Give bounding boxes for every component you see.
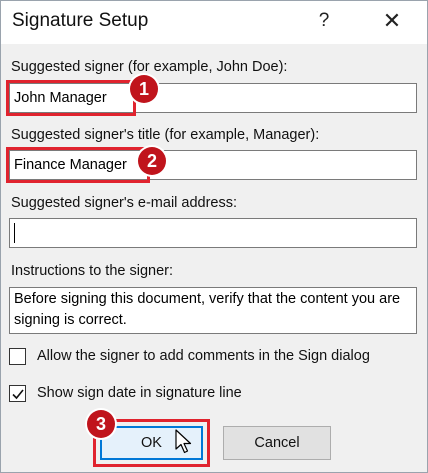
allow-comments-option[interactable]: Allow the signer to add comments in the … (9, 345, 370, 367)
help-button[interactable]: ? (311, 7, 337, 35)
instructions-textarea[interactable]: Before signing this document, verify tha… (9, 287, 417, 334)
signer-label: Suggested signer (for example, John Doe)… (11, 59, 288, 75)
allow-comments-label: Allow the signer to add comments in the … (37, 348, 370, 364)
instructions-label: Instructions to the signer: (11, 263, 173, 279)
close-button[interactable]: ✕ (377, 7, 407, 35)
email-input[interactable] (9, 218, 417, 248)
dialog-title: Signature Setup (12, 10, 149, 31)
show-date-checkbox[interactable] (9, 384, 26, 402)
cancel-button[interactable]: Cancel (223, 426, 331, 460)
signer-title-input[interactable] (9, 150, 417, 180)
show-date-label: Show sign date in signature line (37, 385, 242, 401)
step-badge-1: 1 (130, 75, 158, 103)
show-date-option[interactable]: Show sign date in signature line (9, 382, 242, 404)
email-label: Suggested signer's e-mail address: (11, 195, 238, 211)
title-label: Suggested signer's title (for example, M… (11, 127, 320, 143)
signature-setup-dialog: Signature Setup ? ✕ Suggested signer (fo… (0, 0, 428, 473)
checkmark-icon (12, 388, 24, 399)
step-badge-2: 2 (138, 147, 166, 175)
title-bar: Signature Setup ? ✕ (1, 1, 427, 44)
step-badge-3: 3 (87, 410, 115, 438)
signer-input[interactable] (9, 83, 417, 113)
text-caret (14, 223, 15, 243)
allow-comments-checkbox[interactable] (9, 347, 26, 365)
mouse-cursor-icon (175, 429, 192, 454)
